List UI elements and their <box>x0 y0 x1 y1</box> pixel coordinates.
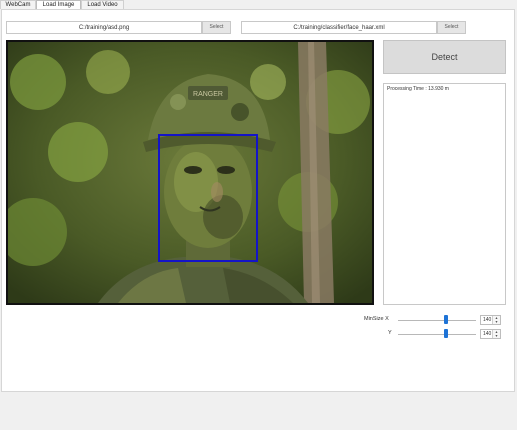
minsize-x-slider[interactable] <box>444 315 449 324</box>
minsize-y-track <box>398 334 476 335</box>
minsize-x-value: 140 <box>483 317 492 323</box>
minsize-y-label: Y <box>388 330 392 336</box>
tab-load-video[interactable]: Load Video <box>81 0 124 9</box>
image-view: RANGER <box>6 40 374 305</box>
face-detection-box <box>158 134 258 262</box>
minsize-y-value: 140 <box>483 331 492 337</box>
log-output: Processing Time : 13.930 m <box>383 83 506 305</box>
select-image-button[interactable]: Select <box>202 21 231 34</box>
minsize-x-track <box>398 320 476 321</box>
svg-text:RANGER: RANGER <box>193 91 223 98</box>
select-classifier-button[interactable]: Select <box>437 21 466 34</box>
minsize-y-spinbox[interactable]: 140 ▲ ▼ <box>480 329 501 339</box>
spin-down-icon[interactable]: ▼ <box>493 334 500 338</box>
spin-down-icon[interactable]: ▼ <box>493 320 500 324</box>
minsize-x-spinbox[interactable]: 140 ▲ ▼ <box>480 315 501 325</box>
image-path-field[interactable]: C:/training/asd.png <box>6 21 202 34</box>
tab-webcam[interactable]: WebCam <box>0 0 36 9</box>
classifier-path-field[interactable]: C:/training/classifier/face_haar.xml <box>241 21 437 34</box>
processing-time-text: Processing Time : 13.930 m <box>387 86 449 92</box>
detect-button[interactable]: Detect <box>383 40 506 74</box>
minsize-x-label: MinSize X <box>364 316 389 322</box>
minsize-y-slider[interactable] <box>444 329 449 338</box>
